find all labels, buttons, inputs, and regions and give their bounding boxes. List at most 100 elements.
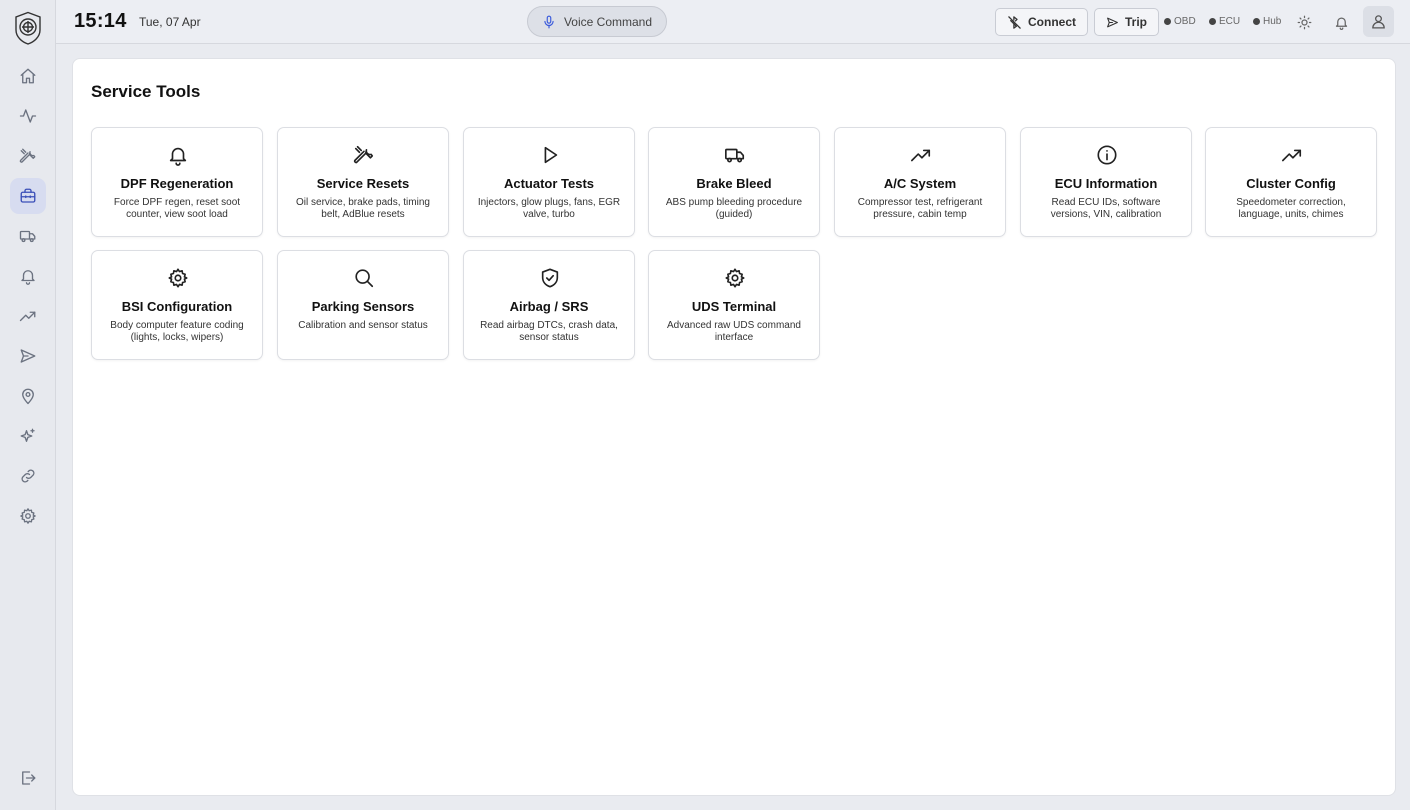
sidebar-item-location[interactable] [10,378,46,414]
page-title: Service Tools [91,82,201,101]
gear-icon [168,268,188,288]
pulse-icon [19,109,37,123]
map-pin-icon [22,388,34,405]
tool-card-title: DPF Regeneration [120,176,234,191]
sidebar-item-trends[interactable] [10,298,46,334]
trending-up-icon [911,149,931,162]
sidebar-item-settings[interactable] [10,498,46,534]
voice-command-button[interactable]: Voice Command [527,6,667,37]
tool-card-description: Advanced raw UDS command interface [667,320,801,343]
status-dot [1164,18,1171,25]
tool-card-title: Airbag / SRS [509,299,589,314]
sun-icon [1297,15,1311,29]
tool-card-ac-system[interactable]: A/C System Compressor test, refrigerant … [834,127,1006,237]
send-icon [1106,16,1119,29]
sparkles-icon [20,428,35,442]
logout-icon [22,771,36,785]
status-hub-label: Hub [1263,16,1282,27]
tool-card-brake-bleed[interactable]: Brake Bleed ABS pump bleeding procedure … [648,127,820,237]
gear-icon [20,508,36,524]
main-panel: Service Tools DPF Regeneration Force DPF… [72,58,1396,796]
truck-icon [725,148,745,163]
connect-label: Connect [1028,15,1076,29]
tool-card-description: Force DPF regen, reset soot counter, vie… [113,197,241,220]
app-logo [13,11,43,45]
sidebar-item-connections[interactable] [10,458,46,494]
sidebar-item-live-data[interactable] [10,98,46,134]
tool-card-title: A/C System [883,176,957,191]
wrench-icon [353,145,374,164]
shield-check-icon [541,268,559,288]
tool-card-description: Oil service, brake pads, timing belt, Ad… [296,197,430,220]
search-icon [355,269,374,288]
microphone-icon [542,14,556,30]
status-dot [1209,18,1216,25]
tool-card-parking-sensors[interactable]: Parking Sensors Calibration and sensor s… [277,250,449,360]
trending-up-icon [1282,149,1302,162]
logout-button[interactable] [10,760,46,796]
tool-card-title: Cluster Config [1246,176,1336,191]
bell-icon [169,147,187,166]
sidebar-item-ai-assistant[interactable] [10,418,46,454]
sidebar-item-service-tools[interactable] [10,178,46,214]
status-ecu-label: ECU [1219,16,1241,27]
tool-card-description: Speedometer correction, language, units,… [1236,197,1346,220]
sidebar-item-trips[interactable] [10,338,46,374]
tool-card-title: Brake Bleed [696,176,772,191]
tool-card-service-resets[interactable]: Service Resets Oil service, brake pads, … [277,127,449,237]
status-hub: Hub [1253,16,1281,27]
tool-card-description: Body computer feature coding (lights, lo… [110,320,244,343]
tool-card-actuator-tests[interactable]: Actuator Tests Injectors, glow plugs, fa… [463,127,635,237]
tool-card-ecu-information[interactable]: ECU Information Read ECU IDs, software v… [1020,127,1192,237]
tool-card-dpf-regeneration[interactable]: DPF Regeneration Force DPF regen, reset … [91,127,263,237]
tool-card-description: Read ECU IDs, software versions, VIN, ca… [1050,197,1162,220]
clock-date: Tue, 07 Apr [139,15,201,29]
tool-card-title: UDS Terminal [691,299,777,314]
tool-card-title: BSI Configuration [121,299,233,314]
trending-up-icon [19,311,36,322]
tools-icon [19,148,36,163]
home-icon [20,68,36,84]
tool-card-title: Service Resets [316,176,410,191]
gear-icon [725,268,745,288]
tool-card-description: Compressor test, refrigerant pressure, c… [857,197,983,220]
user-menu-button[interactable] [1363,6,1394,37]
tool-card-airbag-srs[interactable]: Airbag / SRS Read airbag DTCs, crash dat… [463,250,635,360]
truck-icon [19,230,36,243]
notifications-button[interactable] [1327,8,1355,36]
bell-icon [1335,17,1347,30]
user-icon [1372,15,1385,29]
top-bar: 15:14 Tue, 07 Apr Voice Command Connect … [56,0,1410,44]
tool-card-description: ABS pump bleeding procedure (guided) [665,197,803,220]
tool-card-uds-terminal[interactable]: UDS Terminal Advanced raw UDS command in… [648,250,820,360]
bluetooth-off-icon [1007,15,1022,30]
sidebar-item-alerts[interactable] [10,258,46,294]
sidebar [0,0,56,810]
status-ecu: ECU [1209,16,1240,27]
trip-label: Trip [1124,15,1147,29]
sidebar-item-home[interactable] [10,58,46,94]
tool-card-title: ECU Information [1054,176,1158,191]
tool-card-cluster-config[interactable]: Cluster Config Speedometer correction, l… [1205,127,1377,237]
bell-icon [21,270,35,285]
sidebar-item-vehicle[interactable] [10,218,46,254]
status-obd: OBD [1164,16,1196,27]
clock-time: 15:14 [74,10,127,32]
sidebar-item-diagnostics[interactable] [10,138,46,174]
tool-card-bsi-configuration[interactable]: BSI Configuration Body computer feature … [91,250,263,360]
tool-card-description: Injectors, glow plugs, fans, EGR valve, … [477,197,621,220]
status-dot [1253,18,1260,25]
tool-card-title: Actuator Tests [503,176,595,191]
tool-card-description: Read airbag DTCs, crash data, sensor sta… [480,320,618,343]
trip-button[interactable]: Trip [1094,8,1159,36]
toolbox-icon [20,188,36,203]
status-obd-label: OBD [1174,16,1196,27]
voice-command-label: Voice Command [563,14,653,29]
info-icon [1097,145,1117,165]
connect-button[interactable]: Connect [995,8,1088,36]
link-icon [21,469,35,483]
theme-toggle-button[interactable] [1290,8,1318,36]
play-icon [544,146,558,164]
tool-card-description: Calibration and sensor status [298,320,428,331]
send-icon [20,349,36,363]
